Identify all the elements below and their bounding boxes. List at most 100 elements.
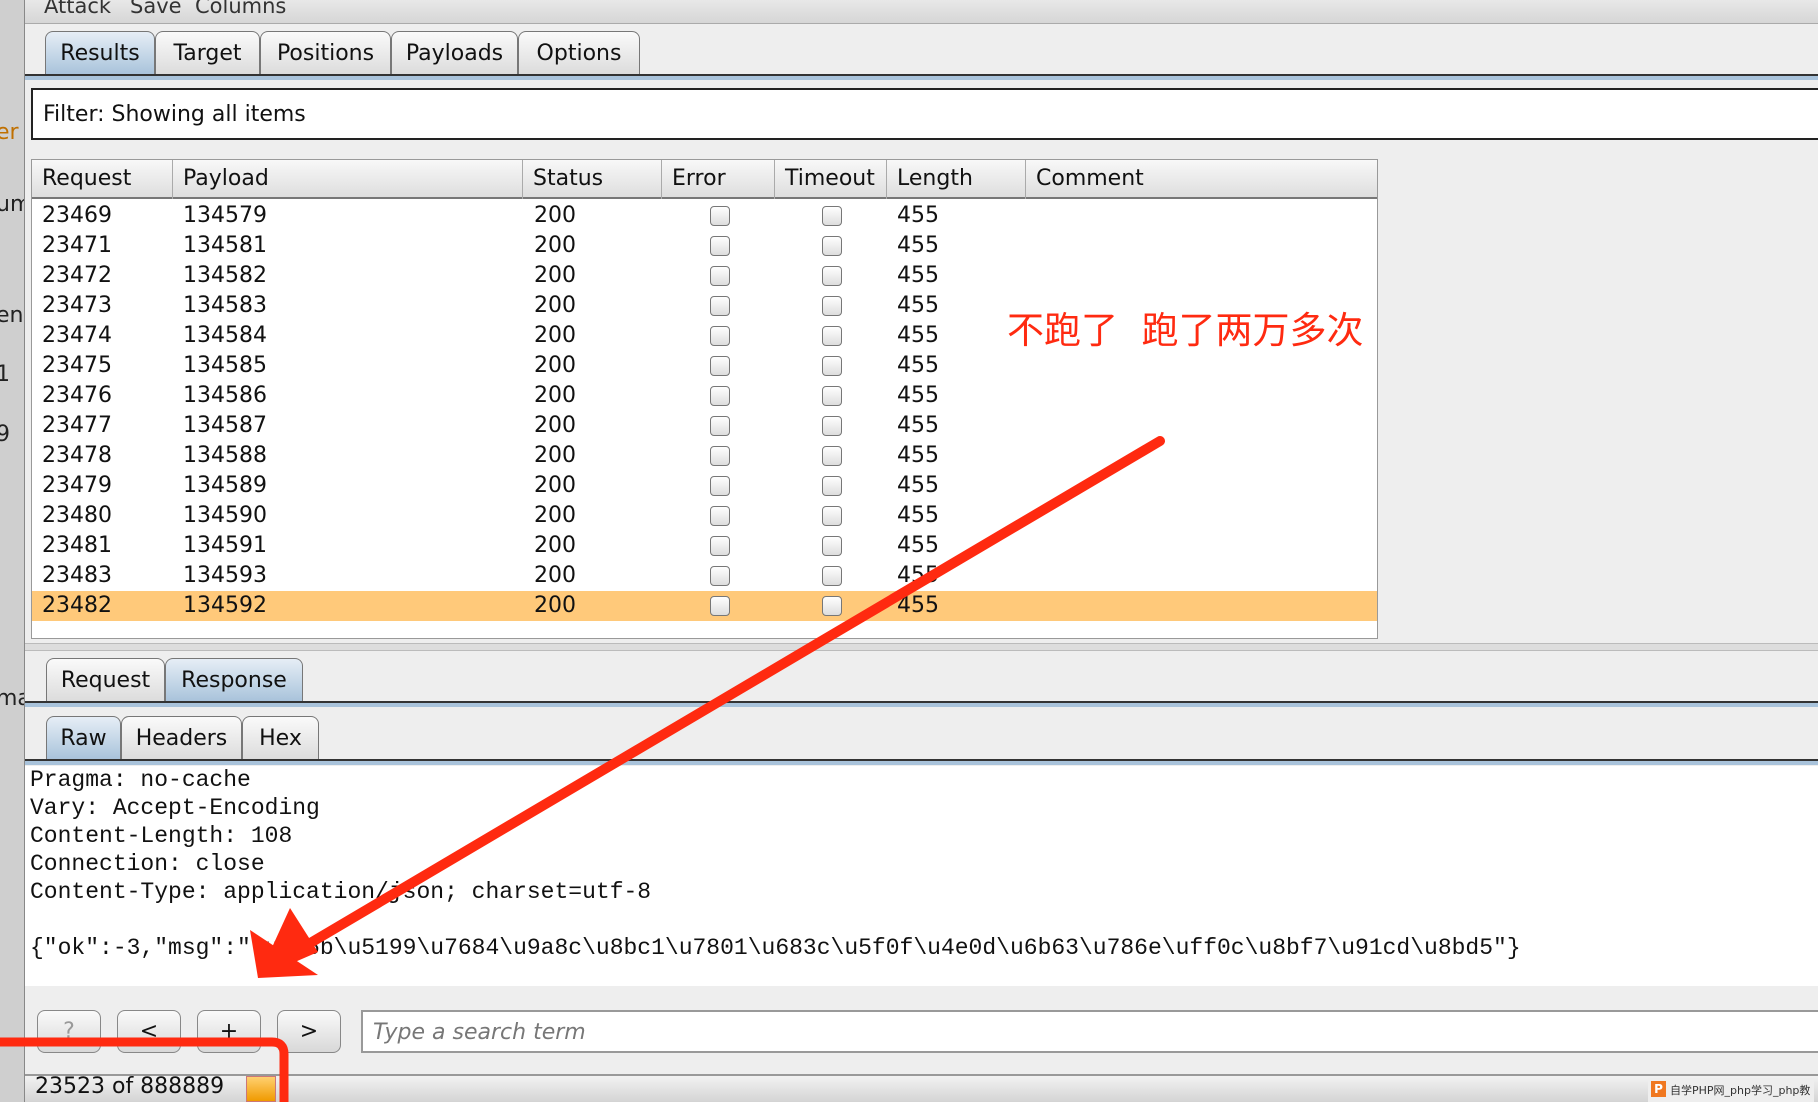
error-checkbox[interactable] — [710, 446, 730, 466]
col-status[interactable]: Status — [523, 160, 662, 199]
col-length[interactable]: Length — [887, 160, 1026, 199]
error-checkbox[interactable] — [710, 536, 730, 556]
error-checkbox[interactable] — [710, 326, 730, 346]
cell-payload: 134582 — [183, 263, 267, 288]
timeout-checkbox[interactable] — [822, 386, 842, 406]
cell-status: 200 — [534, 293, 576, 318]
response-raw-text[interactable]: Pragma: no-cache Vary: Accept-Encoding C… — [25, 766, 1818, 986]
splitter-handle[interactable] — [25, 643, 1818, 651]
help-button[interactable]: ? — [37, 1010, 101, 1053]
cell-status: 200 — [534, 233, 576, 258]
error-checkbox[interactable] — [710, 566, 730, 586]
timeout-checkbox[interactable] — [822, 356, 842, 376]
error-checkbox[interactable] — [710, 356, 730, 376]
fragment: ma — [0, 686, 24, 711]
tab-raw[interactable]: Raw — [46, 716, 121, 759]
add-button[interactable]: + — [197, 1010, 261, 1053]
error-checkbox[interactable] — [710, 476, 730, 496]
menu-attack[interactable]: Attack — [44, 0, 111, 18]
error-checkbox[interactable] — [710, 596, 730, 616]
cell-status: 200 — [534, 383, 576, 408]
cell-request: 23473 — [42, 293, 112, 318]
cell-length: 455 — [897, 503, 939, 528]
previous-button[interactable]: < — [117, 1010, 181, 1053]
table-header: Request Payload Status Error Timeout Len… — [32, 160, 1377, 199]
watermark-text: 自学PHP网_php学习_php教 — [1670, 1084, 1811, 1097]
error-checkbox[interactable] — [710, 206, 730, 226]
timeout-checkbox[interactable] — [822, 266, 842, 286]
fragment: en — [0, 303, 24, 328]
tab-hex[interactable]: Hex — [242, 716, 319, 759]
table-row[interactable]: 23476 134586 200 455 — [32, 381, 1377, 411]
timeout-checkbox[interactable] — [822, 236, 842, 256]
table-row[interactable]: 23481 134591 200 455 — [32, 531, 1377, 561]
progress-count: 23523 of 888889 — [35, 1074, 225, 1099]
cell-status: 200 — [534, 413, 576, 438]
table-row[interactable]: 23477 134587 200 455 — [32, 411, 1377, 441]
timeout-checkbox[interactable] — [822, 566, 842, 586]
table-row[interactable]: 23475 134585 200 455 — [32, 351, 1377, 381]
table-row[interactable]: 23482 134592 200 455 — [32, 591, 1377, 621]
error-checkbox[interactable] — [710, 266, 730, 286]
cell-length: 455 — [897, 533, 939, 558]
table-row[interactable]: 23478 134588 200 455 — [32, 441, 1377, 471]
cell-request: 23483 — [42, 563, 112, 588]
error-checkbox[interactable] — [710, 506, 730, 526]
timeout-checkbox[interactable] — [822, 206, 842, 226]
menu-save[interactable]: Save — [130, 0, 182, 18]
cell-status: 200 — [534, 593, 576, 618]
timeout-checkbox[interactable] — [822, 416, 842, 436]
col-timeout[interactable]: Timeout — [775, 160, 887, 199]
error-checkbox[interactable] — [710, 296, 730, 316]
cell-length: 455 — [897, 563, 939, 588]
cell-length: 455 — [897, 413, 939, 438]
cell-request: 23481 — [42, 533, 112, 558]
table-row[interactable]: 23471 134581 200 455 — [32, 231, 1377, 261]
col-comment[interactable]: Comment — [1026, 160, 1377, 199]
col-payload[interactable]: Payload — [173, 160, 523, 199]
cell-payload: 134579 — [183, 203, 267, 228]
cell-status: 200 — [534, 563, 576, 588]
table-row[interactable]: 23469 134579 200 455 — [32, 201, 1377, 231]
timeout-checkbox[interactable] — [822, 596, 842, 616]
menu-columns[interactable]: Columns — [195, 0, 286, 18]
fragment: 1 — [0, 362, 10, 387]
table-row[interactable]: 23479 134589 200 455 — [32, 471, 1377, 501]
error-checkbox[interactable] — [710, 236, 730, 256]
search-input[interactable]: Type a search term — [361, 1010, 1818, 1053]
tab-results[interactable]: Results — [45, 31, 155, 74]
next-button[interactable]: > — [277, 1010, 341, 1053]
table-row[interactable]: 23472 134582 200 455 — [32, 261, 1377, 291]
error-checkbox[interactable] — [710, 416, 730, 436]
tab-request[interactable]: Request — [46, 658, 165, 701]
cell-payload: 134593 — [183, 563, 267, 588]
tab-headers[interactable]: Headers — [121, 716, 242, 759]
tab-options[interactable]: Options — [518, 31, 640, 74]
progress-bar — [246, 1076, 276, 1102]
cell-length: 455 — [897, 323, 939, 348]
response-line: Content-Length: 108 — [30, 823, 293, 849]
tab-target[interactable]: Target — [155, 31, 260, 74]
watermark: P 自学PHP网_php学习_php教 — [1648, 1078, 1815, 1102]
timeout-checkbox[interactable] — [822, 506, 842, 526]
tab-positions[interactable]: Positions — [260, 31, 391, 74]
timeout-checkbox[interactable] — [822, 476, 842, 496]
timeout-checkbox[interactable] — [822, 296, 842, 316]
timeout-checkbox[interactable] — [822, 326, 842, 346]
col-error[interactable]: Error — [662, 160, 775, 199]
cell-length: 455 — [897, 263, 939, 288]
reqres-divider — [25, 701, 1818, 707]
table-row[interactable]: 23480 134590 200 455 — [32, 501, 1377, 531]
timeout-checkbox[interactable] — [822, 446, 842, 466]
tab-payloads[interactable]: Payloads — [391, 31, 518, 74]
tab-response[interactable]: Response — [165, 658, 303, 701]
cell-payload: 134587 — [183, 413, 267, 438]
cell-payload: 134589 — [183, 473, 267, 498]
cell-status: 200 — [534, 323, 576, 348]
cell-status: 200 — [534, 473, 576, 498]
error-checkbox[interactable] — [710, 386, 730, 406]
timeout-checkbox[interactable] — [822, 536, 842, 556]
filter-bar[interactable]: Filter: Showing all items — [31, 88, 1818, 140]
col-request[interactable]: Request — [32, 160, 173, 199]
table-row[interactable]: 23483 134593 200 455 — [32, 561, 1377, 591]
